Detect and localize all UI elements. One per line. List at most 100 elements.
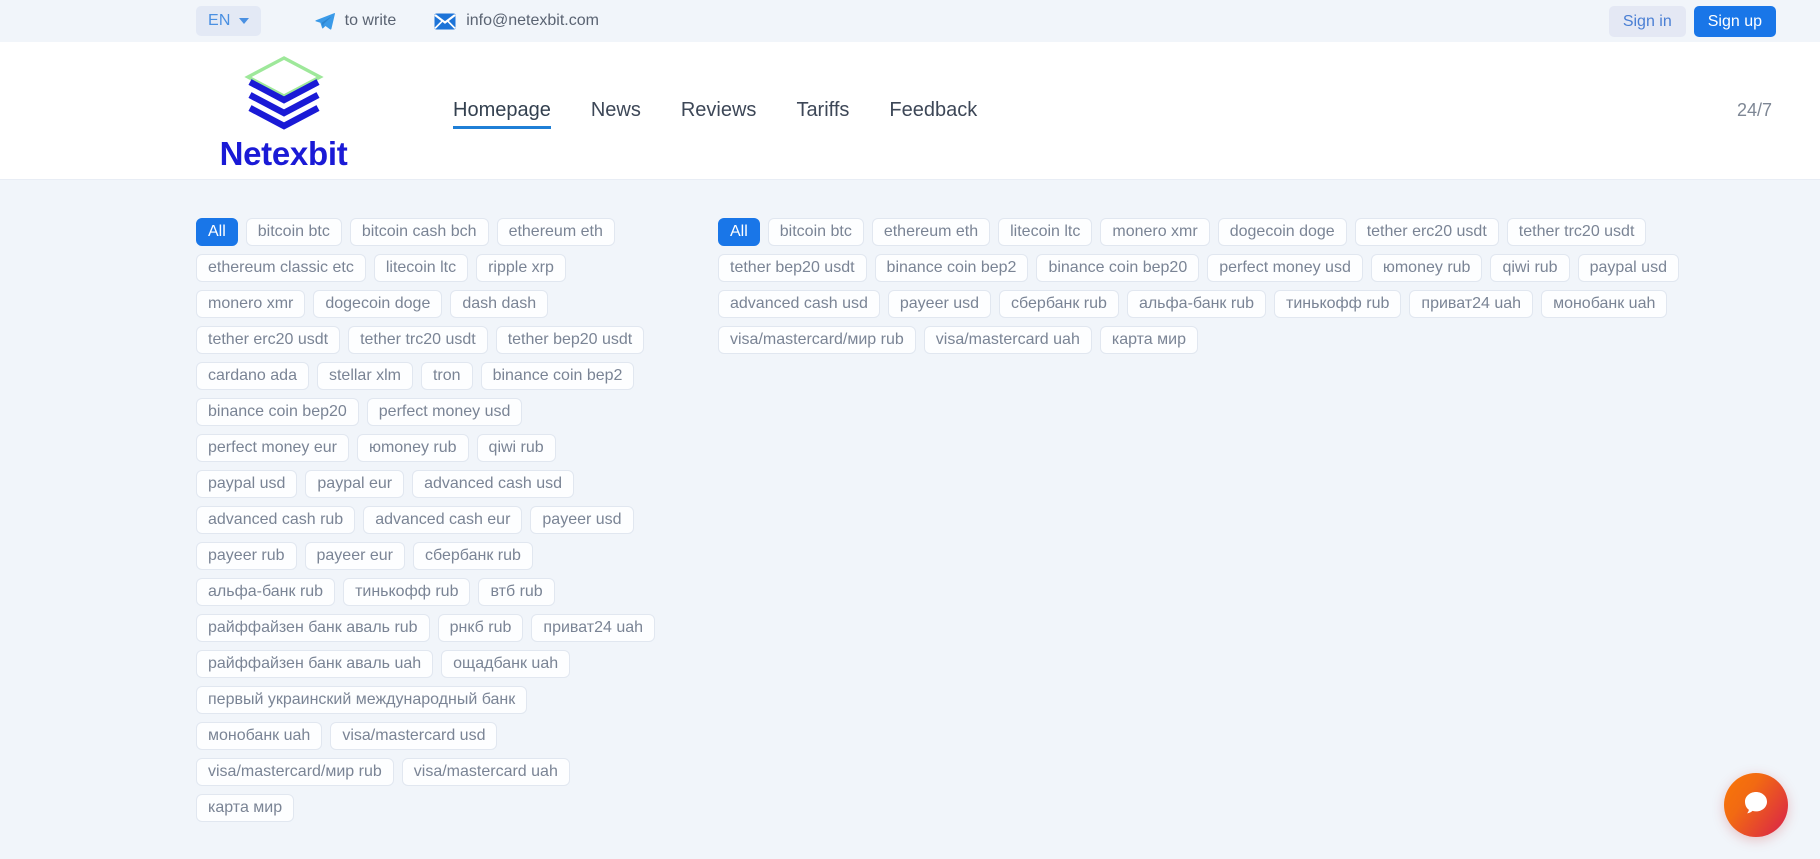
currency-tag[interactable]: юmoney rub bbox=[1371, 254, 1483, 282]
currency-tag[interactable]: альфа-банк rub bbox=[196, 578, 335, 606]
currency-tag[interactable]: monero xmr bbox=[196, 290, 305, 318]
currency-tag[interactable]: binance coin bep2 bbox=[875, 254, 1029, 282]
sign-up-button[interactable]: Sign up bbox=[1694, 6, 1776, 37]
currency-tag[interactable]: ripple xrp bbox=[476, 254, 566, 282]
logo-wordmark: Netexbit bbox=[220, 137, 348, 170]
currency-tag[interactable]: bitcoin btc bbox=[768, 218, 864, 246]
currency-tag[interactable]: paypal usd bbox=[196, 470, 297, 498]
currency-tag[interactable]: binance coin bep2 bbox=[481, 362, 635, 390]
currency-tag[interactable]: binance coin bep20 bbox=[196, 398, 359, 426]
currency-tag[interactable]: tether erc20 usdt bbox=[196, 326, 340, 354]
currency-tag[interactable]: юmoney rub bbox=[357, 434, 469, 462]
telegram-label: to write bbox=[345, 12, 397, 30]
currency-tag[interactable]: ethereum eth bbox=[872, 218, 990, 246]
currency-tag[interactable]: paypal eur bbox=[305, 470, 404, 498]
currency-tag[interactable]: втб rub bbox=[478, 578, 554, 606]
nav-item-reviews[interactable]: Reviews bbox=[681, 99, 757, 129]
currency-tag[interactable]: binance coin bep20 bbox=[1036, 254, 1199, 282]
currency-tag[interactable]: приват24 uah bbox=[1409, 290, 1533, 318]
currency-tag[interactable]: райффайзен банк аваль rub bbox=[196, 614, 430, 642]
currency-tag[interactable]: visa/mastercard uah bbox=[402, 758, 570, 786]
currency-tag[interactable]: visa/mastercard/мир rub bbox=[196, 758, 394, 786]
currency-tag[interactable]: visa/mastercard/мир rub bbox=[718, 326, 916, 354]
email-contact-link[interactable]: info@netexbit.com bbox=[434, 12, 599, 30]
chat-bubble-icon bbox=[1740, 787, 1772, 824]
exchange-direction-panels: All bitcoin btc bitcoin cash bch ethereum e… bbox=[0, 180, 1820, 859]
currency-tag[interactable]: tether bep20 usdt bbox=[718, 254, 867, 282]
currency-tag[interactable]: qiwi rub bbox=[1490, 254, 1569, 282]
currency-tag[interactable]: ethereum eth bbox=[497, 218, 615, 246]
currency-tag[interactable]: dogecoin doge bbox=[313, 290, 442, 318]
currency-tag[interactable]: visa/mastercard uah bbox=[924, 326, 1092, 354]
contact-links: to write info@netexbit.com bbox=[315, 12, 599, 30]
currency-tag[interactable]: paypal usd bbox=[1578, 254, 1679, 282]
nav-item-feedback[interactable]: Feedback bbox=[889, 99, 977, 129]
site-logo[interactable]: Netexbit bbox=[196, 52, 371, 170]
currency-tag[interactable]: advanced cash rub bbox=[196, 506, 355, 534]
envelope-icon bbox=[434, 13, 456, 30]
currency-tag[interactable]: litecoin ltc bbox=[998, 218, 1092, 246]
currency-tag[interactable]: stellar xlm bbox=[317, 362, 413, 390]
support-hours-label: 24/7 bbox=[1737, 100, 1772, 121]
currency-tag[interactable]: приват24 uah bbox=[531, 614, 655, 642]
currency-tag[interactable]: рнкб rub bbox=[438, 614, 524, 642]
currency-tag[interactable]: альфа-банк rub bbox=[1127, 290, 1266, 318]
currency-tag[interactable]: advanced cash usd bbox=[718, 290, 880, 318]
currency-tag[interactable]: tether trc20 usdt bbox=[348, 326, 488, 354]
language-code: EN bbox=[208, 12, 231, 30]
auth-buttons: Sign in Sign up bbox=[1609, 6, 1776, 37]
currency-tag[interactable]: payeer usd bbox=[888, 290, 991, 318]
currency-tag[interactable]: dash dash bbox=[450, 290, 548, 318]
currency-tag[interactable]: монобанк uah bbox=[196, 722, 322, 750]
currency-tag[interactable]: ethereum classic etc bbox=[196, 254, 366, 282]
currency-tag[interactable]: monero xmr bbox=[1100, 218, 1209, 246]
currency-tag[interactable]: cardano ada bbox=[196, 362, 309, 390]
chat-widget-button[interactable] bbox=[1724, 773, 1788, 837]
get-currency-panel: All bitcoin btc ethereum eth litecoin ltc mo… bbox=[718, 218, 1776, 859]
sign-in-button[interactable]: Sign in bbox=[1609, 6, 1686, 37]
currency-tag[interactable]: advanced cash eur bbox=[363, 506, 522, 534]
give-currency-panel: All bitcoin btc bitcoin cash bch ethereum e… bbox=[196, 218, 656, 859]
chevron-down-icon bbox=[239, 18, 249, 24]
currency-tag[interactable]: tether erc20 usdt bbox=[1355, 218, 1499, 246]
currency-tag-active[interactable]: All bbox=[718, 218, 760, 246]
top-utility-bar: EN to write info@netexbit.com bbox=[0, 0, 1820, 42]
currency-tag[interactable]: райффайзен банк аваль uah bbox=[196, 650, 433, 678]
currency-tag[interactable]: dogecoin doge bbox=[1218, 218, 1347, 246]
currency-tag[interactable]: карта мир bbox=[1100, 326, 1198, 354]
currency-tag[interactable]: тинькофф rub bbox=[343, 578, 470, 606]
currency-tag[interactable]: ощадбанк uah bbox=[441, 650, 570, 678]
currency-tag[interactable]: payeer usd bbox=[530, 506, 633, 534]
give-currency-tag-list: All bitcoin btc bitcoin cash bch ethereum e… bbox=[196, 218, 656, 822]
currency-tag[interactable]: тинькофф rub bbox=[1274, 290, 1401, 318]
currency-tag[interactable]: сбербанк rub bbox=[999, 290, 1119, 318]
currency-tag[interactable]: payeer rub bbox=[196, 542, 297, 570]
currency-tag[interactable]: perfect money usd bbox=[367, 398, 523, 426]
currency-tag[interactable]: qiwi rub bbox=[477, 434, 556, 462]
nav-item-news[interactable]: News bbox=[591, 99, 641, 129]
currency-tag[interactable]: tron bbox=[421, 362, 473, 390]
currency-tag[interactable]: advanced cash usd bbox=[412, 470, 574, 498]
currency-tag[interactable]: карта мир bbox=[196, 794, 294, 822]
telegram-contact-link[interactable]: to write bbox=[315, 12, 397, 30]
stacked-layers-logo-icon bbox=[242, 52, 326, 135]
currency-tag[interactable]: litecoin ltc bbox=[374, 254, 468, 282]
currency-tag[interactable]: bitcoin btc bbox=[246, 218, 342, 246]
language-selector[interactable]: EN bbox=[196, 6, 261, 36]
telegram-icon bbox=[315, 12, 335, 30]
currency-tag[interactable]: первый украинский международный банк bbox=[196, 686, 527, 714]
email-label: info@netexbit.com bbox=[466, 12, 599, 30]
currency-tag-active[interactable]: All bbox=[196, 218, 238, 246]
currency-tag[interactable]: bitcoin cash bch bbox=[350, 218, 489, 246]
site-header: Netexbit Homepage News Reviews Tariffs F… bbox=[0, 42, 1820, 180]
currency-tag[interactable]: сбербанк rub bbox=[413, 542, 533, 570]
currency-tag[interactable]: visa/mastercard usd bbox=[330, 722, 497, 750]
currency-tag[interactable]: tether bep20 usdt bbox=[496, 326, 645, 354]
currency-tag[interactable]: perfect money eur bbox=[196, 434, 349, 462]
currency-tag[interactable]: tether trc20 usdt bbox=[1507, 218, 1647, 246]
nav-item-homepage[interactable]: Homepage bbox=[453, 99, 551, 129]
currency-tag[interactable]: монобанк uah bbox=[1541, 290, 1667, 318]
nav-item-tariffs[interactable]: Tariffs bbox=[796, 99, 849, 129]
currency-tag[interactable]: perfect money usd bbox=[1207, 254, 1363, 282]
currency-tag[interactable]: payeer eur bbox=[305, 542, 406, 570]
